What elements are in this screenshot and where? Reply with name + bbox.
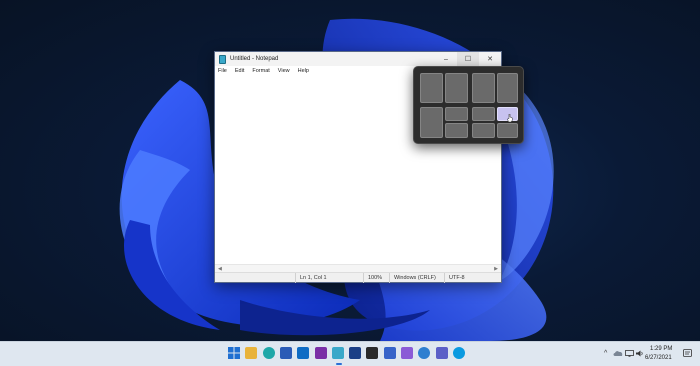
close-button[interactable]: ✕ <box>479 52 501 66</box>
status-bar: Ln 1, Col 1 100% Windows (CRLF) UTF-8 <box>215 272 501 283</box>
onenote-icon[interactable] <box>315 347 327 359</box>
window-title: Untitled - Notepad <box>230 56 279 62</box>
snap-zone-halves-right[interactable] <box>445 73 468 103</box>
notepad-app-icon <box>219 54 226 64</box>
globe-app-icon[interactable] <box>418 347 430 359</box>
word-icon[interactable] <box>280 347 292 359</box>
active-app-indicator <box>336 363 342 365</box>
menu-view[interactable]: View <box>278 68 290 74</box>
visual-studio-icon[interactable] <box>401 347 413 359</box>
snap-zone-main-left[interactable] <box>420 107 443 138</box>
snap-zone-halves-left[interactable] <box>420 73 443 103</box>
notepad-titlebar[interactable]: Untitled - Notepad – ☐ ✕ <box>215 52 501 66</box>
teams-icon[interactable] <box>436 347 448 359</box>
zoom-level: 100% <box>363 273 389 283</box>
network-monitor-icon[interactable] <box>625 350 634 357</box>
file-explorer-icon[interactable] <box>245 347 257 359</box>
notifications-icon[interactable] <box>683 349 692 358</box>
minimize-button[interactable]: – <box>435 52 457 66</box>
volume-speaker-icon[interactable] <box>636 350 644 357</box>
hand-cursor-icon <box>507 114 513 122</box>
clock-time[interactable]: 1:29 PM <box>650 346 672 352</box>
snap-zone-split-left[interactable] <box>472 73 495 103</box>
menu-edit[interactable]: Edit <box>235 68 244 74</box>
snap-zone-quad-bottom-left[interactable] <box>472 123 495 138</box>
snap-zone-quad-bottom-right[interactable] <box>497 123 518 138</box>
encoding: UTF-8 <box>444 273 501 283</box>
menu-format[interactable]: Format <box>252 68 269 74</box>
screen: Untitled - Notepad – ☐ ✕ File Edit Forma… <box>0 0 700 366</box>
snap-zone-split-right[interactable] <box>497 73 518 103</box>
clock-date[interactable]: 6/27/2021 <box>645 355 672 361</box>
maximize-button[interactable]: ☐ <box>457 52 479 66</box>
snap-zone-main-top-right[interactable] <box>445 107 468 121</box>
tray-overflow-chevron-icon[interactable]: ^ <box>604 350 607 357</box>
skype-icon[interactable] <box>453 347 465 359</box>
equalizer-app-icon[interactable] <box>366 347 378 359</box>
mp-app-icon[interactable] <box>349 347 361 359</box>
horizontal-scrollbar[interactable]: ◀ ▶ <box>215 264 501 272</box>
start-icon[interactable] <box>228 347 240 359</box>
menu-file[interactable]: File <box>218 68 227 74</box>
cursor-position: Ln 1, Col 1 <box>295 273 363 283</box>
outlook-icon[interactable] <box>297 347 309 359</box>
edge-icon[interactable] <box>263 347 275 359</box>
snap-zone-quad-top-left[interactable] <box>472 107 495 121</box>
desktop-wallpaper: Untitled - Notepad – ☐ ✕ File Edit Forma… <box>0 0 700 341</box>
line-ending: Windows (CRLF) <box>389 273 444 283</box>
store-icon[interactable] <box>384 347 396 359</box>
taskbar: ^ 1:29 PM 6/27/2021 <box>0 341 700 366</box>
notepad-icon[interactable] <box>332 347 344 359</box>
window-controls: – ☐ ✕ <box>435 52 501 66</box>
snap-layouts-flyout <box>413 66 524 144</box>
onedrive-cloud-icon[interactable] <box>613 350 623 357</box>
snap-zone-main-bottom-right[interactable] <box>445 123 468 138</box>
menu-help[interactable]: Help <box>298 68 309 74</box>
